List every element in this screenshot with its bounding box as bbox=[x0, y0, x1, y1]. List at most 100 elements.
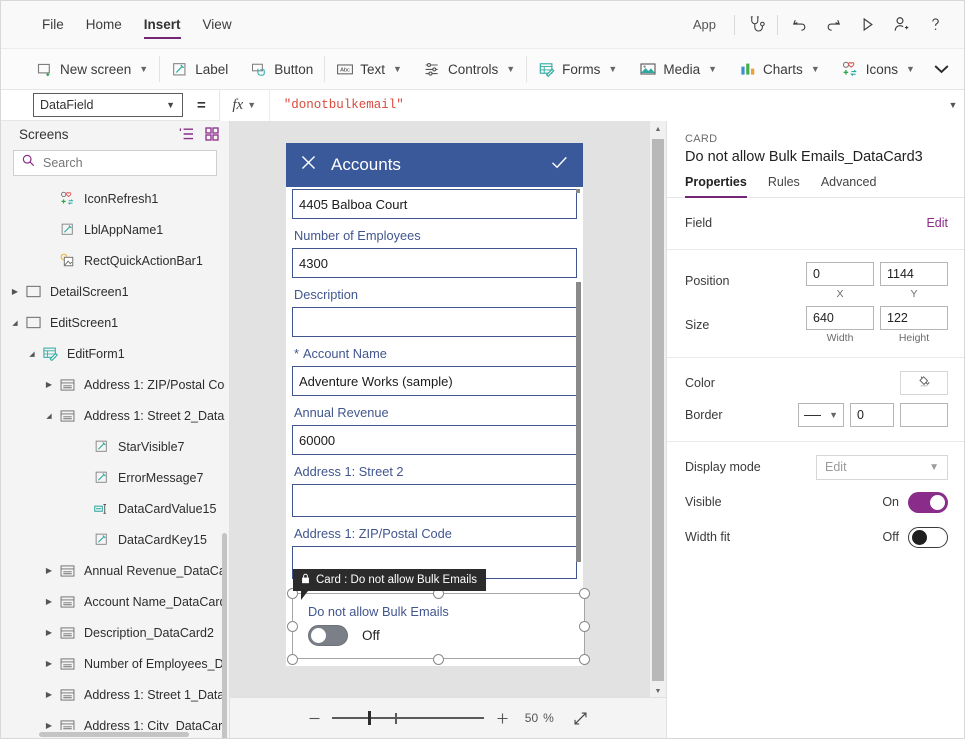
size-width-input[interactable]: 640 bbox=[806, 306, 874, 330]
zoom-out-button[interactable] bbox=[300, 704, 328, 732]
field-input-description[interactable] bbox=[292, 307, 577, 337]
chevron-collapsed-icon[interactable]: ▶ bbox=[41, 566, 57, 575]
tree-item[interactable]: ◢Address 1: Street 2_DataCar bbox=[1, 400, 229, 431]
color-picker-button[interactable] bbox=[900, 371, 948, 395]
ribbon-button[interactable]: Button bbox=[239, 53, 324, 86]
formula-input-area[interactable]: fx ▼ "donotbulkemail" ▼ bbox=[219, 90, 965, 121]
ribbon-more-button[interactable] bbox=[933, 63, 965, 75]
chevron-collapsed-icon[interactable]: ▶ bbox=[41, 721, 57, 730]
chevron-collapsed-icon[interactable]: ▶ bbox=[41, 659, 57, 668]
help-icon[interactable] bbox=[918, 8, 952, 42]
thumbnail-view-icon[interactable] bbox=[203, 126, 221, 142]
tab-advanced[interactable]: Advanced bbox=[821, 175, 890, 197]
tree-item[interactable]: DataCardValue15 bbox=[1, 493, 229, 524]
tree-item[interactable]: ▶Account Name_DataCard2 bbox=[1, 586, 229, 617]
canvas-vertical-scrollbar[interactable]: ▲ ▼ bbox=[650, 121, 666, 699]
tree-item[interactable]: ▶Annual Revenue_DataCard2 bbox=[1, 555, 229, 586]
tree-item[interactable]: ▶DetailScreen1 bbox=[1, 276, 229, 307]
scroll-thumb[interactable] bbox=[576, 282, 581, 562]
formula-expand-icon[interactable]: ▼ bbox=[940, 100, 965, 110]
chevron-expanded-icon[interactable]: ◢ bbox=[7, 319, 23, 327]
bulk-emails-toggle[interactable] bbox=[308, 625, 348, 646]
tree-item[interactable]: RectQuickActionBar1 bbox=[1, 245, 229, 276]
chevron-expanded-icon[interactable]: ◢ bbox=[24, 350, 40, 358]
resize-handle-middle-left[interactable] bbox=[287, 621, 298, 632]
tree-item[interactable]: ▶Number of Employees_Data bbox=[1, 648, 229, 679]
search-input[interactable] bbox=[43, 156, 208, 170]
menu-item-home[interactable]: Home bbox=[75, 1, 133, 49]
menu-item-view[interactable]: View bbox=[192, 1, 243, 49]
ribbon-label[interactable]: Label bbox=[160, 53, 239, 86]
border-color-swatch[interactable] bbox=[900, 403, 948, 427]
resize-handle-top-right[interactable] bbox=[579, 588, 590, 599]
tree-vertical-scrollbar[interactable] bbox=[222, 533, 227, 739]
menu-item-file[interactable]: File bbox=[31, 1, 75, 49]
undo-icon[interactable] bbox=[782, 8, 816, 42]
ribbon-text[interactable]: Abc Text ▼ bbox=[325, 53, 413, 86]
chevron-expanded-icon[interactable]: ◢ bbox=[41, 412, 57, 420]
ribbon-icons[interactable]: Icons ▼ bbox=[831, 53, 926, 86]
ribbon-new-screen[interactable]: New screen ▼ bbox=[25, 53, 159, 86]
resize-handle-middle-right[interactable] bbox=[579, 621, 590, 632]
selected-datacard[interactable]: Do not allow Bulk Emails Off bbox=[292, 593, 585, 659]
width-fit-toggle[interactable] bbox=[908, 527, 948, 548]
field-input-account-name[interactable]: Adventure Works (sample) bbox=[292, 366, 577, 396]
field-input-number-of-employees[interactable]: 4300 bbox=[292, 248, 577, 278]
resize-handle-bottom-center[interactable] bbox=[433, 654, 444, 665]
tab-properties[interactable]: Properties bbox=[685, 175, 760, 197]
tree-view-icon[interactable] bbox=[177, 126, 195, 142]
tree-item[interactable]: ▶Address 1: Street 1_DataCar bbox=[1, 679, 229, 710]
chevron-collapsed-icon[interactable]: ▶ bbox=[41, 380, 57, 389]
field-input-street1[interactable]: 4405 Balboa Court bbox=[292, 189, 577, 219]
tree-item[interactable]: ◢EditScreen1 bbox=[1, 307, 229, 338]
tree-item[interactable]: ▶Description_DataCard2 bbox=[1, 617, 229, 648]
menu-item-insert[interactable]: Insert bbox=[133, 1, 192, 49]
tree-item[interactable]: DataCardKey15 bbox=[1, 524, 229, 555]
property-selector[interactable]: DataField ▼ bbox=[33, 93, 183, 117]
visible-toggle[interactable] bbox=[908, 492, 948, 513]
tree-item[interactable]: ErrorMessage7 bbox=[1, 462, 229, 493]
border-width-input[interactable]: 0 bbox=[850, 403, 894, 427]
field-edit-link[interactable]: Edit bbox=[926, 216, 948, 230]
tree-item[interactable]: ▶Address 1: ZIP/Postal Code_ bbox=[1, 369, 229, 400]
zoom-slider-handle[interactable] bbox=[368, 711, 371, 725]
tree-horizontal-scrollbar[interactable] bbox=[39, 732, 189, 737]
resize-handle-bottom-left[interactable] bbox=[287, 654, 298, 665]
tab-rules[interactable]: Rules bbox=[768, 175, 813, 197]
checkmark-icon[interactable] bbox=[550, 154, 569, 176]
chevron-collapsed-icon[interactable]: ▶ bbox=[41, 597, 57, 606]
resize-handle-bottom-right[interactable] bbox=[579, 654, 590, 665]
ribbon-charts[interactable]: Charts ▼ bbox=[728, 53, 831, 86]
redo-icon[interactable] bbox=[816, 8, 850, 42]
field-input-annual-revenue[interactable]: 60000 bbox=[292, 425, 577, 455]
field-input-address-street2[interactable] bbox=[292, 484, 577, 517]
display-mode-select[interactable]: Edit ▼ bbox=[816, 455, 948, 480]
position-y-input[interactable]: 1144 bbox=[880, 262, 948, 286]
play-icon[interactable] bbox=[850, 8, 884, 42]
tree-item[interactable]: ◢EditForm1 bbox=[1, 338, 229, 369]
fx-button[interactable]: fx ▼ bbox=[220, 90, 270, 121]
tree-item[interactable]: StarVisible7 bbox=[1, 431, 229, 462]
ribbon-forms[interactable]: Forms ▼ bbox=[527, 53, 628, 86]
border-style-select[interactable]: ▼ bbox=[798, 403, 844, 427]
zoom-slider[interactable] bbox=[332, 708, 484, 728]
tree-search-box[interactable] bbox=[13, 150, 217, 176]
tree-item[interactable]: LblAppName1 bbox=[1, 214, 229, 245]
position-x-input[interactable]: 0 bbox=[806, 262, 874, 286]
zoom-in-button[interactable] bbox=[488, 704, 516, 732]
scroll-up-icon[interactable]: ▲ bbox=[650, 121, 666, 137]
ribbon-media[interactable]: Media ▼ bbox=[628, 53, 728, 86]
chevron-collapsed-icon[interactable]: ▶ bbox=[41, 690, 57, 699]
share-user-icon[interactable] bbox=[884, 8, 918, 42]
chevron-collapsed-icon[interactable]: ▶ bbox=[7, 287, 23, 296]
fit-screen-icon[interactable] bbox=[566, 704, 596, 732]
canvas-scroll-thumb[interactable] bbox=[652, 139, 664, 681]
tree-item[interactable]: ▶Address 1: City_DataCard2 bbox=[1, 710, 229, 730]
tree-item[interactable]: IconRefresh1 bbox=[1, 183, 229, 214]
chevron-collapsed-icon[interactable]: ▶ bbox=[41, 628, 57, 637]
close-icon[interactable] bbox=[300, 154, 317, 176]
size-height-input[interactable]: 122 bbox=[880, 306, 948, 330]
stethoscope-icon[interactable] bbox=[739, 8, 773, 42]
ribbon-controls[interactable]: Controls ▼ bbox=[413, 53, 526, 86]
formula-text[interactable]: "donotbulkemail" bbox=[270, 98, 940, 112]
